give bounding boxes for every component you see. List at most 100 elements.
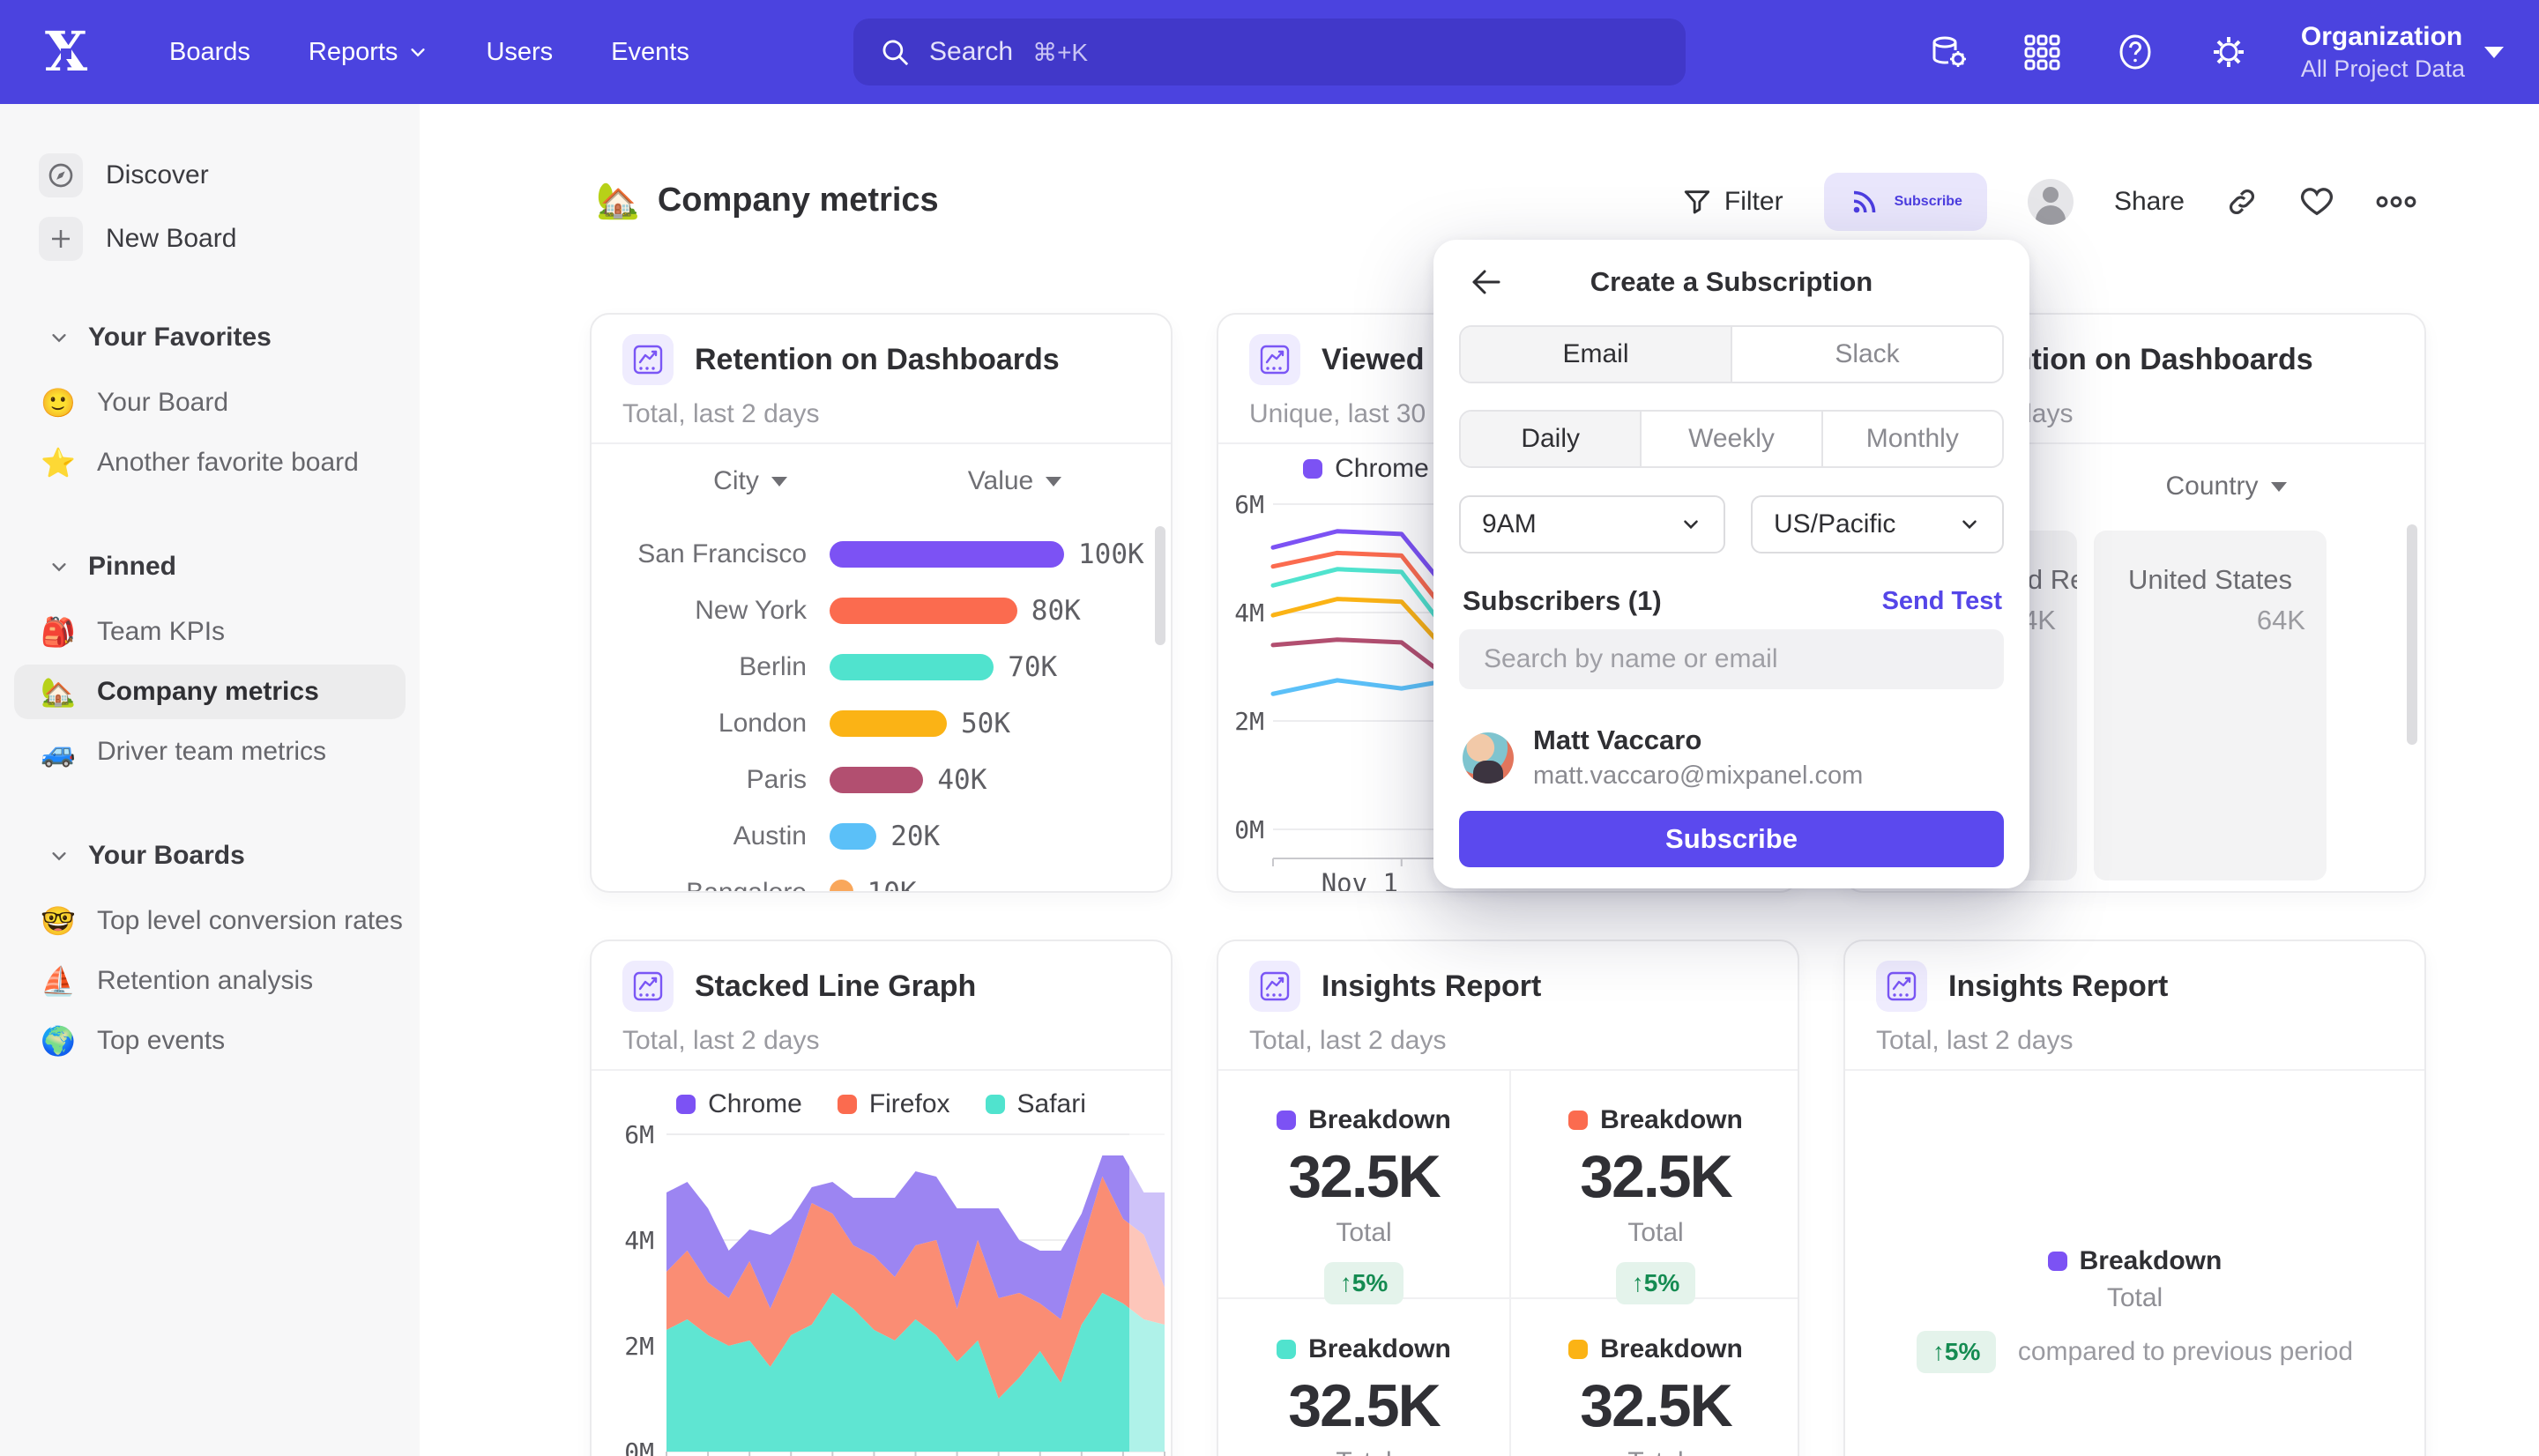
timezone-select[interactable]: US/Pacific bbox=[1751, 495, 2004, 553]
table-row-new-york[interactable]: New York80K bbox=[592, 583, 1171, 639]
card-insights-report-single: Insights Report Total, last 2 days Break… bbox=[1843, 940, 2426, 1456]
board-title: 🏡 Company metrics bbox=[596, 180, 939, 221]
sidebar-item-label: Discover bbox=[106, 160, 209, 190]
series-swatch-icon bbox=[676, 1095, 696, 1114]
search-placeholder: Search bbox=[929, 37, 1013, 67]
section-header[interactable]: Your Boards bbox=[49, 841, 420, 871]
subscribe-button[interactable]: Subscribe bbox=[1824, 173, 1987, 231]
value-bar bbox=[830, 710, 947, 737]
chevron-down-icon bbox=[1958, 513, 1981, 536]
filter-funnel-icon bbox=[1682, 187, 1712, 217]
city-label: Bangalore bbox=[592, 878, 807, 893]
subscriber-search-input[interactable] bbox=[1459, 629, 2004, 689]
sidebar-item-company-metrics[interactable]: 🏡Company metrics bbox=[14, 665, 406, 719]
board-actions: Filter Subscribe Share bbox=[1682, 173, 2417, 231]
report-chart-icon bbox=[622, 961, 674, 1012]
nav-link-users[interactable]: Users bbox=[486, 38, 553, 67]
nav-link-boards[interactable]: Boards bbox=[169, 38, 250, 67]
subscriber-row[interactable]: Matt Vaccaro matt.vaccaro@mixpanel.com bbox=[1463, 724, 1863, 791]
sidebar: Discover New Board Your Favorites 🙂 Your B… bbox=[0, 104, 420, 1456]
svg-text:0M: 0M bbox=[624, 1437, 654, 1456]
apps-grid-icon[interactable] bbox=[2021, 31, 2063, 73]
delta-note: compared to previous period bbox=[2018, 1337, 2353, 1366]
city-label: Austin bbox=[592, 821, 807, 851]
card-retention-on-dashboards: Retention on Dashboards Total, last 2 da… bbox=[590, 313, 1173, 893]
sidebar-item-new-board[interactable]: New Board bbox=[39, 217, 420, 261]
search-input[interactable]: Search ⌘+K bbox=[853, 19, 1686, 85]
nav-link-reports[interactable]: Reports bbox=[309, 38, 428, 67]
tab-email[interactable]: Email bbox=[1461, 327, 1732, 382]
metric-quadrant-1: Breakdown32.5KTotal↑5% bbox=[1218, 1105, 1509, 1304]
mixpanel-logo-icon[interactable]: X bbox=[0, 25, 132, 79]
more-options-icon[interactable] bbox=[2375, 184, 2417, 219]
sidebar-item-retention-analysis[interactable]: ⛵Retention analysis bbox=[14, 954, 406, 1008]
stacked-area-chart[interactable]: 6M4M2M0M bbox=[600, 1113, 1169, 1456]
copy-link-icon[interactable] bbox=[2225, 185, 2259, 219]
delta-badge: ↑5% bbox=[1616, 1262, 1695, 1304]
table-row-paris[interactable]: Paris40K bbox=[592, 752, 1171, 808]
series-swatch-icon bbox=[1568, 1111, 1588, 1130]
help-icon[interactable] bbox=[2114, 31, 2156, 73]
svg-text:4M: 4M bbox=[1234, 598, 1264, 628]
table-row-austin[interactable]: Austin20K bbox=[592, 808, 1171, 865]
sidebar-item-another-favorite-board[interactable]: ⭐Another favorite board bbox=[14, 435, 406, 490]
series-swatch-icon bbox=[1277, 1340, 1296, 1359]
value-label: 100K bbox=[1078, 539, 1144, 570]
column-header-country[interactable]: Country bbox=[2094, 472, 2358, 501]
tab-weekly[interactable]: Weekly bbox=[1642, 412, 1822, 466]
subscribers-label: Subscribers (1) bbox=[1463, 585, 1662, 617]
section-header[interactable]: Your Favorites bbox=[49, 323, 420, 353]
org-switcher[interactable]: Organization All Project Data bbox=[2301, 22, 2504, 83]
board-emoji: 🙂 bbox=[41, 386, 83, 420]
subscriber-name: Matt Vaccaro bbox=[1533, 724, 1863, 756]
value-label: 70K bbox=[1008, 651, 1057, 683]
table-row-bangalore[interactable]: Bangalore10K bbox=[592, 865, 1171, 893]
country-panel[interactable]: United States 64K bbox=[2094, 531, 2327, 880]
value-bar bbox=[830, 654, 994, 680]
metric-label: Breakdown bbox=[1845, 1246, 2424, 1276]
sidebar-item-top-level-conversion-rates[interactable]: 🤓Top level conversion rates bbox=[14, 894, 406, 948]
card-insights-report-grid: Insights Report Total, last 2 days Break… bbox=[1217, 940, 1799, 1456]
table-row-london[interactable]: London50K bbox=[592, 695, 1171, 752]
svg-text:2M: 2M bbox=[1234, 707, 1264, 736]
subscriber-email: matt.vaccaro@mixpanel.com bbox=[1533, 761, 1863, 791]
scrollbar-thumb[interactable] bbox=[2407, 524, 2417, 745]
svg-text:4M: 4M bbox=[624, 1226, 654, 1255]
single-metric: Breakdown Total ↑5% compared to previous… bbox=[1845, 1246, 2424, 1373]
user-avatar[interactable] bbox=[2028, 179, 2074, 225]
sidebar-item-label: Your Board bbox=[97, 388, 228, 418]
data-management-icon[interactable] bbox=[1927, 31, 1969, 73]
plus-icon bbox=[39, 217, 83, 261]
time-select[interactable]: 9AM bbox=[1459, 495, 1725, 553]
section-header[interactable]: Pinned bbox=[49, 552, 420, 582]
sidebar-item-label: Driver team metrics bbox=[97, 737, 326, 767]
column-header-value[interactable]: Value bbox=[909, 466, 1121, 496]
tab-daily[interactable]: Daily bbox=[1461, 412, 1642, 466]
send-test-link[interactable]: Send Test bbox=[1882, 587, 2002, 616]
filter-button[interactable]: Filter bbox=[1682, 187, 1783, 217]
settings-gear-icon[interactable] bbox=[2208, 31, 2250, 73]
chevron-down-icon bbox=[408, 42, 428, 62]
sidebar-item-your-board[interactable]: 🙂 Your Board bbox=[14, 375, 406, 430]
table-row-san-francisco[interactable]: San Francisco100K bbox=[592, 526, 1171, 583]
tab-slack[interactable]: Slack bbox=[1732, 327, 2002, 382]
column-header-city[interactable]: City bbox=[592, 466, 909, 496]
tab-monthly[interactable]: Monthly bbox=[1823, 412, 2002, 466]
create-subscription-modal: Create a Subscription EmailSlack DailyWe… bbox=[1433, 240, 2029, 888]
modal-subscribe-button[interactable]: Subscribe bbox=[1459, 811, 2004, 867]
sidebar-item-label: Top level conversion rates bbox=[97, 906, 403, 936]
favorite-heart-icon[interactable] bbox=[2299, 184, 2334, 219]
share-button[interactable]: Share bbox=[2114, 187, 2185, 217]
scrollbar-thumb[interactable] bbox=[1155, 526, 1165, 645]
sidebar-item-driver-team-metrics[interactable]: 🚙Driver team metrics bbox=[14, 724, 406, 779]
city-label: Berlin bbox=[592, 652, 807, 682]
table-row-berlin[interactable]: Berlin 70K bbox=[592, 639, 1171, 695]
metric-quadrant-2: Breakdown32.5KTotal↑5% bbox=[1510, 1105, 1799, 1304]
sidebar-item-discover[interactable]: Discover bbox=[39, 153, 420, 197]
modal-title: Create a Subscription bbox=[1433, 266, 2029, 298]
svg-text:2M: 2M bbox=[624, 1332, 654, 1361]
sidebar-item-team-kpis[interactable]: 🎒Team KPIs bbox=[14, 605, 406, 659]
nav-link-events[interactable]: Events bbox=[611, 38, 689, 67]
sidebar-item-top-events[interactable]: 🌍Top events bbox=[14, 1014, 406, 1068]
metric-value: 32.5K bbox=[1218, 1142, 1509, 1211]
